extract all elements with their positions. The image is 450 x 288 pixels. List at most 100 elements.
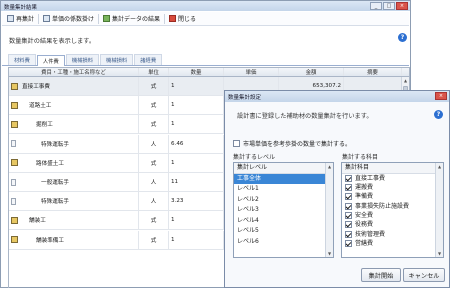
item-label: 直接工事費 xyxy=(355,174,386,182)
recalc-button[interactable]: 再集計 xyxy=(5,13,36,24)
main-title-bar[interactable]: 数量集計結果 _ □ × xyxy=(1,1,410,11)
row-name-label: 特殊運転手 xyxy=(41,141,69,148)
col-amount-header[interactable]: 金額 xyxy=(279,68,344,76)
item-label: 準備費 xyxy=(355,193,374,201)
cell-unit: 式 xyxy=(139,96,169,115)
col-note-header[interactable]: 摘要 xyxy=(344,68,402,76)
items-group-label: 集計する科目 xyxy=(342,154,379,161)
unit-price-clear-button[interactable]: 単価の係数掛け xyxy=(41,13,96,24)
level-scroll-up-arrow[interactable]: ▲ xyxy=(326,163,333,170)
row-name-label: 直接工事費 xyxy=(22,84,50,90)
col-qty-header[interactable]: 数量 xyxy=(169,68,224,76)
tab-labor[interactable]: 人件費 xyxy=(36,55,65,66)
item-entry[interactable]: 技術管理費 xyxy=(342,230,443,239)
cancel-button[interactable]: キャンセル xyxy=(403,268,445,282)
item-checkbox[interactable] xyxy=(345,174,352,182)
toolbar-close-label: 閉じる xyxy=(178,16,197,23)
level-item[interactable]: レベル2 xyxy=(234,195,325,206)
cell-name: 特殊運転手 xyxy=(9,134,139,153)
scroll-up-arrow[interactable]: ▲ xyxy=(402,77,409,84)
tab-strip: 材料費 人件費 機械損料 機械損料 諸経費 xyxy=(2,54,409,66)
minimize-button[interactable]: _ xyxy=(370,2,382,10)
main-toolbar: 再集計 単価の係数掛け 集計データの結果 閉じる xyxy=(2,12,409,26)
item-entry[interactable]: 準備費 xyxy=(342,192,443,201)
item-entry[interactable]: 営繕費 xyxy=(342,239,443,248)
item-label: 運搬費 xyxy=(355,183,374,191)
item-checkbox[interactable] xyxy=(345,221,352,229)
item-checkbox[interactable] xyxy=(345,202,352,210)
item-checkbox[interactable] xyxy=(345,212,352,220)
dialog-title-bar[interactable]: 数量集計設定 × xyxy=(225,91,449,102)
tab-overhead[interactable]: 諸経費 xyxy=(134,54,163,65)
level-item[interactable]: レベル4 xyxy=(234,216,325,227)
items-scroll-up-arrow[interactable]: ▲ xyxy=(436,163,443,170)
item-entry[interactable]: 事業損失防止施設費 xyxy=(342,202,443,211)
main-window-title: 数量集計結果 xyxy=(4,5,38,11)
level-item[interactable]: レベル1 xyxy=(234,184,325,195)
cell-unit: 式 xyxy=(139,153,169,172)
recalc-label: 再集計 xyxy=(16,16,35,23)
row-name-label: 路体盛土工 xyxy=(36,160,64,167)
col-name-header[interactable]: 費目・工種・施工名称など xyxy=(9,68,139,76)
cell-qty: 3.23 xyxy=(169,192,224,211)
maximize-button[interactable]: □ xyxy=(383,2,395,10)
level-item[interactable]: レベル3 xyxy=(234,205,325,216)
folder-icon xyxy=(11,82,18,90)
dialog-help-icon[interactable]: ? xyxy=(434,110,443,119)
cell-unit: 式 xyxy=(139,230,169,249)
dialog-title: 数量集計設定 xyxy=(228,95,262,101)
item-entry[interactable]: 安全費 xyxy=(342,211,443,220)
level-items: 工事全体 レベル1 レベル2 レベル3 レベル4 レベル5 レベル6 xyxy=(234,173,333,248)
level-item[interactable]: 工事全体 xyxy=(234,173,325,184)
level-list-scrollbar[interactable]: ▲ ▼ xyxy=(325,163,333,257)
item-entry[interactable]: 直接工事費 xyxy=(342,174,443,183)
col-unit-header[interactable]: 単位 xyxy=(139,68,169,76)
item-entry[interactable]: 運搬費 xyxy=(342,183,443,192)
aggregate-result-button[interactable]: 集計データの結果 xyxy=(101,13,162,24)
item-checkbox[interactable] xyxy=(345,240,352,248)
row-name-label: 特殊運転手 xyxy=(41,199,69,206)
main-help-icon[interactable]: ? xyxy=(398,33,407,42)
item-entry[interactable]: 役務費 xyxy=(342,220,443,229)
cell-unit: 人 xyxy=(139,173,169,191)
unit-price-clear-label: 単価の係数掛け xyxy=(52,16,95,23)
items-list-scrollbar[interactable]: ▲ ▼ xyxy=(435,163,443,257)
start-aggregate-button[interactable]: 集計開始 xyxy=(361,268,401,282)
cell-qty: 1 xyxy=(169,96,224,115)
item-label: 役務費 xyxy=(355,221,374,229)
toolbar-separator xyxy=(164,13,166,24)
market-price-option[interactable]: 市場単価を参考歩掛の数量で集計する。 xyxy=(233,139,351,148)
cell-name: 舗装工 xyxy=(9,211,139,230)
recalc-icon xyxy=(7,15,14,22)
cell-qty: 6.46 xyxy=(169,134,224,153)
row-name-label: 舗装準備工 xyxy=(36,237,64,244)
cell-name: 掘削工 xyxy=(9,115,139,134)
items-scroll-down-arrow[interactable]: ▼ xyxy=(436,250,443,257)
row-name-label: 道路土工 xyxy=(29,103,52,110)
items-list[interactable]: 集計科目 直接工事費 運搬費 準備費 事業損失防止施設費 安全費 役務費 技術管理費 営繕費 … xyxy=(341,162,444,258)
tab-machine-2[interactable]: 機械損料 xyxy=(100,54,134,65)
level-item[interactable]: レベル5 xyxy=(234,226,325,237)
item-checkbox[interactable] xyxy=(345,193,352,201)
level-scroll-down-arrow[interactable]: ▼ xyxy=(326,250,333,257)
grid-icon xyxy=(43,15,51,22)
item-label: 営繕費 xyxy=(355,240,374,248)
dialog-message: 設計書に登録した補助材の数量集計を行います。 xyxy=(237,113,373,120)
level-list[interactable]: 集計レベル 工事全体 レベル1 レベル2 レベル3 レベル4 レベル5 レベル6 ▲ ▼ xyxy=(233,162,334,258)
cell-qty: 1 xyxy=(169,230,224,249)
tab-materials[interactable]: 材料費 xyxy=(8,54,36,65)
dialog-close-button[interactable]: × xyxy=(435,92,447,100)
aggregate-icon xyxy=(103,15,111,22)
level-item[interactable]: レベル6 xyxy=(234,237,325,248)
cell-unit: 式 xyxy=(139,115,169,134)
item-checkbox[interactable] xyxy=(345,230,352,238)
close-icon xyxy=(169,15,177,22)
market-price-checkbox[interactable] xyxy=(233,140,240,147)
window-close-button[interactable]: × xyxy=(396,2,408,10)
toolbar-close-button[interactable]: 閉じる xyxy=(167,13,198,24)
col-price-header[interactable]: 単価 xyxy=(224,68,279,76)
table-header: 費目・工種・施工名称など 単位 数量 単価 金額 摘要 xyxy=(9,68,409,77)
tab-machine-1[interactable]: 機械損料 xyxy=(65,54,100,65)
cell-qty: 1 xyxy=(169,115,224,134)
item-checkbox[interactable] xyxy=(345,183,352,191)
